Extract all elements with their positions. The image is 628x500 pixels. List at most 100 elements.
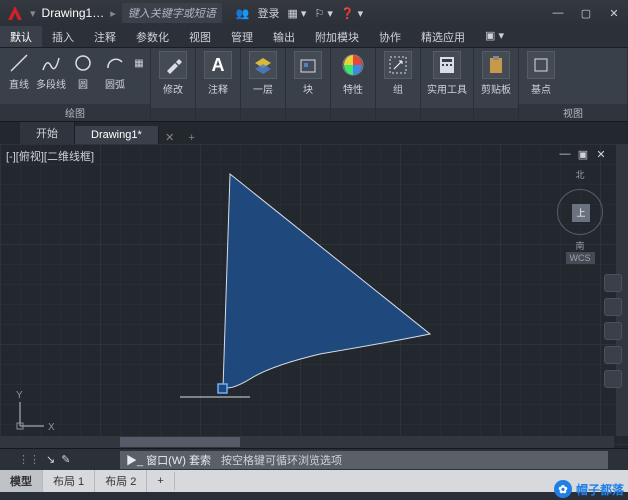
tool-basepoint[interactable]: 基点	[523, 51, 559, 96]
doc-tab-add[interactable]: ✕	[159, 131, 181, 144]
line-icon	[7, 51, 31, 75]
status-tab-layout1[interactable]: 布局 1	[43, 470, 95, 492]
ribbon-tab-addins[interactable]: 附加模块	[305, 26, 369, 47]
tool-properties[interactable]: 特性	[335, 51, 371, 96]
ribbon-tab-parametric[interactable]: 参数化	[126, 26, 179, 47]
viewport-close-icon[interactable]: ✕	[594, 148, 608, 162]
navcube-south: 南	[550, 239, 610, 252]
app-store-icon[interactable]: ▦ ▾	[287, 7, 306, 20]
command-bar: ⋮⋮ ↘ ✎ ▶_ 窗口(W) 套索 按空格键可循环浏览选项	[0, 448, 628, 470]
ribbon-group-view: 基点 视图	[519, 48, 628, 121]
ribbon-group-block: 块	[286, 48, 331, 121]
ribbon-tab-output[interactable]: 输出	[263, 26, 305, 47]
canvas-svg: X Y	[0, 144, 628, 448]
scrollbar-thumb[interactable]	[120, 437, 240, 447]
share-icon[interactable]: ⚐ ▾	[314, 7, 332, 20]
navigation-bar	[604, 274, 622, 388]
tool-circle[interactable]: 圆	[68, 51, 98, 91]
grip-point[interactable]	[218, 384, 227, 393]
nav-wheel-icon[interactable]	[604, 274, 622, 292]
minimize-button[interactable]: —	[548, 3, 568, 23]
nav-showmotion-icon[interactable]	[604, 370, 622, 388]
watermark-text: 帽子都落	[576, 481, 624, 498]
ribbon-group-layer: 一层	[241, 48, 286, 121]
navcube-wcs[interactable]: WCS	[566, 252, 595, 264]
navcube-ring[interactable]: 上	[557, 189, 603, 235]
tool-layer[interactable]: 一层	[245, 51, 281, 96]
viewport-label[interactable]: [-][俯视][二维线框]	[6, 148, 94, 164]
status-bar: 模型 布局 1 布局 2 +	[0, 470, 628, 492]
tool-clipboard[interactable]: 剪贴板	[478, 51, 514, 96]
ribbon-tab-collab[interactable]: 协作	[369, 26, 411, 47]
help-icon[interactable]: ❓ ▾	[341, 7, 363, 20]
maximize-button[interactable]: ▢	[576, 3, 596, 23]
viewport-restore-icon[interactable]: ▣	[576, 148, 590, 162]
modify-icon	[159, 51, 187, 79]
ribbon-group-properties: 特性	[331, 48, 376, 121]
circle-icon	[71, 51, 95, 75]
document-tabs: 开始 Drawing1* ✕ +	[0, 122, 628, 144]
tool-group[interactable]: 组	[380, 51, 416, 96]
tool-modify[interactable]: 修改	[155, 51, 191, 96]
calculator-icon	[433, 51, 461, 79]
ribbon-group-clipboard: 剪贴板	[474, 48, 519, 121]
doc-tab-plus[interactable]: +	[181, 132, 203, 144]
cmd-customize-icon[interactable]: ✎	[61, 453, 70, 466]
viewport-minimize-icon[interactable]: —	[558, 148, 572, 162]
navcube-face[interactable]: 上	[572, 204, 590, 222]
search-input[interactable]: 键入关键字或短语	[122, 3, 222, 23]
ribbon-tab-featured[interactable]: 精选应用	[411, 26, 475, 47]
app-logo[interactable]	[4, 2, 26, 24]
ribbon-tab-annotate[interactable]: 注释	[84, 26, 126, 47]
nav-zoom-icon[interactable]	[604, 322, 622, 340]
tool-line[interactable]: 直线	[4, 51, 34, 91]
status-tab-model[interactable]: 模型	[0, 470, 43, 492]
ribbon-group-utilities: 实用工具	[421, 48, 474, 121]
arc-icon	[103, 51, 127, 75]
titlebar: ▾ Drawing1… ▸ 键入关键字或短语 👥 登录 ▦ ▾ ⚐ ▾ ❓ ▾ …	[0, 0, 628, 26]
svg-text:Y: Y	[16, 390, 23, 401]
watermark-badge-icon: ✿	[554, 480, 572, 498]
ribbon-tab-insert[interactable]: 插入	[42, 26, 84, 47]
tool-polyline[interactable]: 多段线	[36, 51, 66, 91]
command-hint: 按空格键可循环浏览选项	[221, 452, 342, 468]
svg-text:X: X	[48, 422, 55, 433]
ribbon-tab-expand[interactable]: ▣ ▾	[475, 26, 514, 47]
nav-orbit-icon[interactable]	[604, 346, 622, 364]
basepoint-icon	[527, 51, 555, 79]
text-icon: A	[204, 51, 232, 79]
scrollbar-horizontal[interactable]	[0, 436, 614, 448]
ribbon-tabs: 默认 插入 注释 参数化 视图 管理 输出 附加模块 协作 精选应用 ▣ ▾	[0, 26, 628, 48]
ribbon-group-modify: 修改	[151, 48, 196, 121]
ribbon-tab-default[interactable]: 默认	[0, 26, 42, 47]
tool-text[interactable]: A 注释	[200, 51, 236, 96]
close-button[interactable]: ✕	[604, 3, 624, 23]
drawing-canvas[interactable]: [-][俯视][二维线框] — ▣ ✕ X Y	[0, 144, 628, 448]
cmd-recent-icon[interactable]: ↘	[46, 453, 55, 466]
cmd-handle-icon[interactable]: ⋮⋮	[18, 453, 40, 466]
ribbon-group-draw: 直线 多段线 圆 圆弧 ▦ 绘图	[0, 48, 151, 121]
ribbon-tab-manage[interactable]: 管理	[221, 26, 263, 47]
ribbon-group-group: 组	[376, 48, 421, 121]
tool-utilities[interactable]: 实用工具	[425, 51, 469, 96]
doc-tab-current[interactable]: Drawing1*	[75, 126, 159, 144]
ribbon-group-annotate: A 注释	[196, 48, 241, 121]
command-input[interactable]: ▶_ 窗口(W) 套索 按空格键可循环浏览选项	[120, 451, 608, 469]
tool-block[interactable]: 块	[290, 51, 326, 96]
tool-arc[interactable]: 圆弧	[100, 51, 130, 91]
doc-tab-start[interactable]: 开始	[20, 122, 75, 144]
signin-icon[interactable]: 👥	[236, 7, 250, 20]
status-tab-add[interactable]: +	[147, 472, 174, 490]
login-link[interactable]: 登录	[257, 5, 279, 21]
group-icon	[384, 51, 412, 79]
properties-icon	[339, 51, 367, 79]
dropdown-icon[interactable]: ▾	[30, 7, 36, 20]
status-tab-layout2[interactable]: 布局 2	[95, 470, 147, 492]
separator: ▸	[110, 7, 116, 20]
tool-more-draw[interactable]: ▦	[132, 51, 146, 75]
doc-title: Drawing1…	[42, 6, 105, 20]
clipboard-icon	[482, 51, 510, 79]
navcube[interactable]: 北 上 南 WCS	[550, 168, 610, 248]
nav-pan-icon[interactable]	[604, 298, 622, 316]
ribbon-tab-view[interactable]: 视图	[179, 26, 221, 47]
